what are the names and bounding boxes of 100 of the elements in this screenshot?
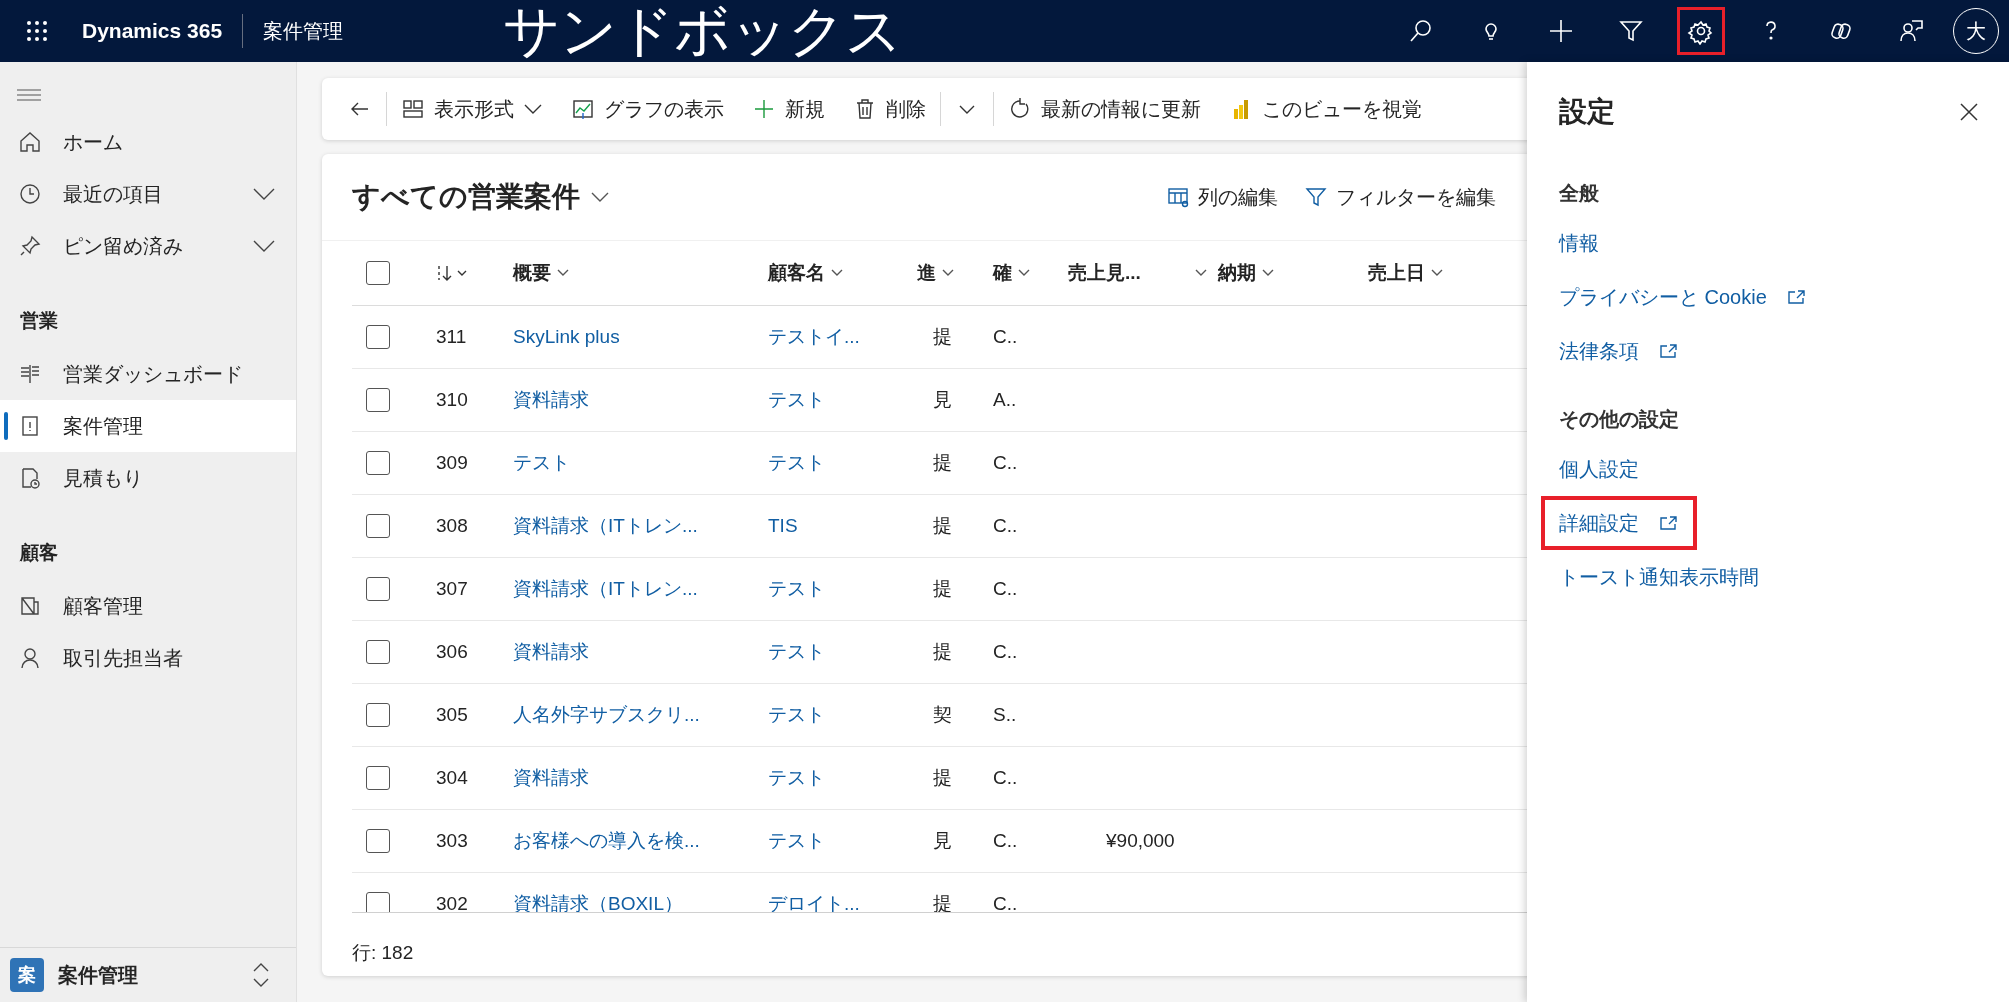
area-switcher[interactable]: 案 案件管理 xyxy=(0,947,296,1002)
column-header[interactable]: 納期 xyxy=(1218,260,1275,286)
close-icon[interactable] xyxy=(1959,102,1979,122)
chevron-down-icon xyxy=(1017,268,1031,278)
settings-link[interactable]: 詳細設定 xyxy=(1541,496,1697,550)
chevron-down-icon xyxy=(1261,268,1275,278)
table-cell-text: 提 xyxy=(933,325,952,349)
row-count: 行: 182 xyxy=(352,941,415,965)
home-icon xyxy=(18,130,42,154)
record-link[interactable]: お客様への導入を検... xyxy=(513,828,700,854)
select-all-checkbox[interactable] xyxy=(366,261,390,285)
panel-title: 設定 xyxy=(1559,95,1615,129)
table-settings-icon xyxy=(1166,185,1190,209)
area-label: 案件管理 xyxy=(58,962,138,988)
environment-label: サンドボックス xyxy=(503,0,903,62)
table-cell: C.. xyxy=(993,767,1018,789)
settings-link[interactable]: プライバシーと Cookie xyxy=(1541,270,1825,324)
table-cell: 305 xyxy=(436,704,468,726)
record-link[interactable]: テスト xyxy=(513,450,570,476)
sidebar-item[interactable]: 顧客管理 xyxy=(0,580,296,632)
settings-link[interactable]: 情報 xyxy=(1541,216,1617,270)
external-link-icon xyxy=(1659,343,1679,359)
column-header[interactable]: 売上見... xyxy=(1068,260,1208,286)
record-link[interactable]: テスト xyxy=(768,828,825,854)
chart-button[interactable]: グラフの表示 xyxy=(557,95,738,123)
record-link[interactable]: 資料請求（ITトレン... xyxy=(513,576,698,602)
record-link[interactable]: 資料請求 xyxy=(513,387,589,413)
row-checkbox[interactable] xyxy=(366,577,390,601)
view-selector[interactable]: すべての営業案件 xyxy=(352,178,652,216)
sidebar-section-heading: 営業 xyxy=(19,309,59,333)
chevron-down-icon xyxy=(830,268,844,278)
app-launcher-icon[interactable] xyxy=(26,20,48,42)
record-link[interactable]: SkyLink plus xyxy=(513,326,620,348)
table-cell: 304 xyxy=(436,767,468,789)
sidebar-item[interactable]: ホーム xyxy=(0,116,296,168)
area-name[interactable]: 案件管理 xyxy=(263,17,344,45)
person-icon xyxy=(18,646,42,670)
record-link[interactable]: テスト xyxy=(768,387,825,413)
sidebar-item[interactable]: 取引先担当者 xyxy=(0,632,296,684)
sidebar-item[interactable]: 案件管理 xyxy=(0,400,296,452)
chevron-down-icon xyxy=(556,268,570,278)
record-link[interactable]: テストイ... xyxy=(768,324,860,350)
chevron-down-icon xyxy=(252,239,276,253)
edit-filter-button[interactable]: フィルターを編集 xyxy=(1304,183,1496,211)
settings-link[interactable]: トースト通知表示時間 xyxy=(1541,550,1777,604)
edit-columns-button[interactable]: 列の編集 xyxy=(1166,183,1278,211)
row-checkbox[interactable] xyxy=(366,325,390,349)
table-cell: 307 xyxy=(436,578,468,600)
chevron-down-icon xyxy=(590,191,610,203)
table-cell: 306 xyxy=(436,641,468,663)
plus-icon xyxy=(752,97,776,121)
row-checkbox[interactable] xyxy=(366,892,390,912)
table-cell: 303 xyxy=(436,830,468,852)
settings-link[interactable]: 個人設定 xyxy=(1541,442,1657,496)
settings-link[interactable]: 法律条項 xyxy=(1541,324,1697,378)
record-link[interactable]: テスト xyxy=(768,576,825,602)
record-link[interactable]: デロイト... xyxy=(768,891,860,912)
sidebar-item[interactable]: 営業ダッシュボード xyxy=(0,348,296,400)
record-link[interactable]: テスト xyxy=(768,639,825,665)
sidebar-item[interactable]: ピン留め済み xyxy=(0,220,296,272)
record-link[interactable]: テスト xyxy=(768,765,825,791)
record-link[interactable]: TIS xyxy=(768,515,798,537)
view-button[interactable]: 表示形式 xyxy=(387,95,557,123)
column-header[interactable]: 概要 xyxy=(513,260,570,286)
column-header[interactable]: 進 xyxy=(917,260,955,286)
powerbi-button[interactable]: このビューを視覚 xyxy=(1215,95,1436,123)
section-heading: その他の設定 xyxy=(1559,406,1679,432)
sidebar-item[interactable]: 見積もり xyxy=(0,452,296,504)
record-link[interactable]: テスト xyxy=(768,450,825,476)
row-checkbox[interactable] xyxy=(366,703,390,727)
record-link[interactable]: 人名外字サブスクリ... xyxy=(513,702,700,728)
external-link-icon xyxy=(1786,289,1807,305)
app-name[interactable]: Dynamics 365 xyxy=(82,19,223,43)
chevron-down-icon xyxy=(523,103,543,115)
chevron-down-icon xyxy=(1430,268,1444,278)
settings-button[interactable] xyxy=(1677,7,1725,55)
column-header[interactable]: 顧客名 xyxy=(768,260,844,286)
record-link[interactable]: テスト xyxy=(768,702,825,728)
row-checkbox[interactable] xyxy=(366,388,390,412)
new-button[interactable]: 新規 xyxy=(738,95,839,123)
table-cell: ¥90,000 xyxy=(1106,830,1175,852)
column-header[interactable]: 確 xyxy=(993,260,1031,286)
record-link[interactable]: 資料請求（ITトレン... xyxy=(513,513,698,539)
row-checkbox[interactable] xyxy=(366,766,390,790)
record-link[interactable]: 資料請求 xyxy=(513,639,589,665)
chart-icon xyxy=(571,97,595,121)
record-link[interactable]: 資料請求 xyxy=(513,765,589,791)
sidebar-item[interactable]: 最近の項目 xyxy=(0,168,296,220)
sidebar-section-heading: 顧客 xyxy=(19,541,59,565)
row-checkbox[interactable] xyxy=(366,514,390,538)
row-checkbox[interactable] xyxy=(366,829,390,853)
row-checkbox[interactable] xyxy=(366,640,390,664)
table-cell-text: 見 xyxy=(933,388,952,412)
table-cell: C.. xyxy=(993,515,1018,537)
refresh-button[interactable]: 最新の情報に更新 xyxy=(994,95,1215,123)
chevron-down-icon xyxy=(941,268,955,278)
column-header[interactable]: 売上日 xyxy=(1368,260,1444,286)
row-checkbox[interactable] xyxy=(366,451,390,475)
delete-button[interactable]: 削除 xyxy=(839,95,940,123)
table-cell-text: 提 xyxy=(933,892,952,912)
